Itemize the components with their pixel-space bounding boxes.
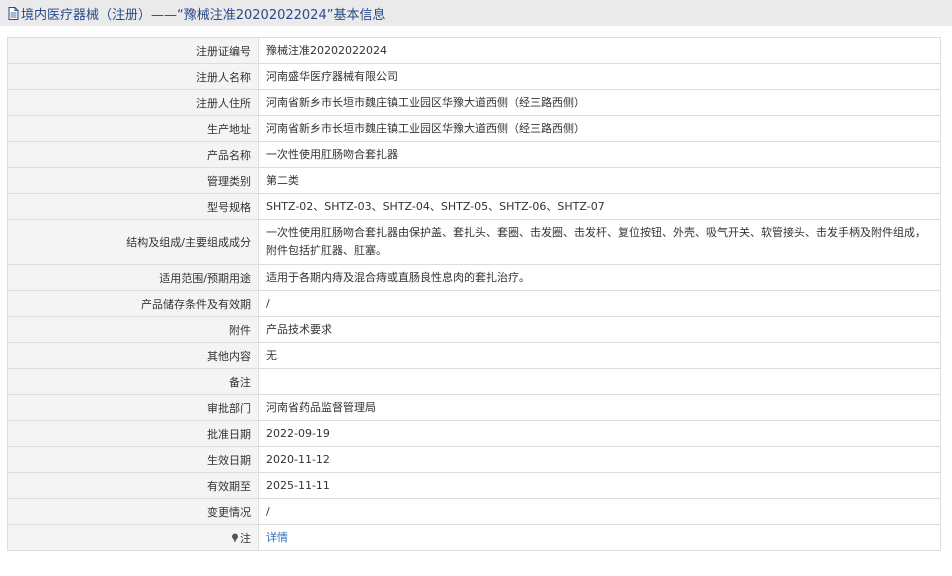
field-value: 2020-11-12 (258, 446, 941, 473)
field-value: 一次性使用肛肠吻合套扎器由保护盖、套扎头、套圈、击发圈、击发杆、复位按钮、外壳、… (258, 219, 941, 265)
field-value: 河南省新乡市长垣市魏庄镇工业园区华豫大道西侧（经三路西侧） (258, 89, 941, 116)
field-label: 附件 (7, 316, 259, 343)
field-label: 备注 (7, 368, 259, 395)
field-value: / (258, 498, 941, 525)
table-row: 注册人名称 河南盛华医疗器械有限公司 (7, 63, 941, 90)
field-value: 豫械注准20202022024 (258, 37, 941, 64)
field-label: 产品储存条件及有效期 (7, 290, 259, 317)
table-row: 有效期至 2025-11-11 (7, 472, 941, 499)
table-row: 产品名称 一次性使用肛肠吻合套扎器 (7, 141, 941, 168)
field-value: 河南省药品监督管理局 (258, 394, 941, 421)
table-row: 附件 产品技术要求 (7, 316, 941, 343)
field-value: 2022-09-19 (258, 420, 941, 447)
field-value: 河南省新乡市长垣市魏庄镇工业园区华豫大道西侧（经三路西侧） (258, 115, 941, 142)
field-label: 注册人名称 (7, 63, 259, 90)
field-value: SHTZ-02、SHTZ-03、SHTZ-04、SHTZ-05、SHTZ-06、… (258, 193, 941, 220)
field-value: 第二类 (258, 167, 941, 194)
table-row: 生效日期 2020-11-12 (7, 446, 941, 473)
field-value: 详情 (258, 524, 941, 551)
field-label: 注册人住所 (7, 89, 259, 116)
field-value: 一次性使用肛肠吻合套扎器 (258, 141, 941, 168)
field-label: 产品名称 (7, 141, 259, 168)
info-table: 注册证编号 豫械注准20202022024 注册人名称 河南盛华医疗器械有限公司 注册人… (7, 37, 941, 551)
info-table-container: 注册证编号 豫械注准20202022024 注册人名称 河南盛华医疗器械有限公司 注册人… (7, 37, 941, 551)
field-label: 管理类别 (7, 167, 259, 194)
field-value: 适用于各期内痔及混合痔或直肠良性息肉的套扎治疗。 (258, 264, 941, 291)
details-link[interactable]: 详情 (266, 531, 288, 544)
table-row: 产品储存条件及有效期 / (7, 290, 941, 317)
table-row: 型号规格 SHTZ-02、SHTZ-03、SHTZ-04、SHTZ-05、SHTZ… (7, 193, 941, 220)
table-row-note: 注 详情 (7, 524, 941, 551)
table-row: 管理类别 第二类 (7, 167, 941, 194)
table-row: 注册人住所 河南省新乡市长垣市魏庄镇工业园区华豫大道西侧（经三路西侧） (7, 89, 941, 116)
field-label: 审批部门 (7, 394, 259, 421)
field-label: 适用范围/预期用途 (7, 264, 259, 291)
field-label: 生产地址 (7, 115, 259, 142)
table-row: 备注 (7, 368, 941, 395)
field-value (258, 368, 941, 395)
field-label: 结构及组成/主要组成成分 (7, 219, 259, 265)
field-label: 注册证编号 (7, 37, 259, 64)
table-row: 批准日期 2022-09-19 (7, 420, 941, 447)
table-row: 注册证编号 豫械注准20202022024 (7, 37, 941, 64)
field-value: 2025-11-11 (258, 472, 941, 499)
field-label: 其他内容 (7, 342, 259, 369)
field-value: 产品技术要求 (258, 316, 941, 343)
pin-icon (231, 533, 239, 543)
field-value: 无 (258, 342, 941, 369)
field-label: 变更情况 (7, 498, 259, 525)
field-label: 有效期至 (7, 472, 259, 499)
field-label: 注 (7, 524, 259, 551)
table-row: 生产地址 河南省新乡市长垣市魏庄镇工业园区华豫大道西侧（经三路西侧） (7, 115, 941, 142)
field-value: 河南盛华医疗器械有限公司 (258, 63, 941, 90)
field-label: 生效日期 (7, 446, 259, 473)
table-row: 变更情况 / (7, 498, 941, 525)
document-icon (8, 6, 19, 20)
field-value: / (258, 290, 941, 317)
table-row: 结构及组成/主要组成成分 一次性使用肛肠吻合套扎器由保护盖、套扎头、套圈、击发圈、… (7, 219, 941, 265)
table-row: 审批部门 河南省药品监督管理局 (7, 394, 941, 421)
note-label: 注 (240, 531, 251, 545)
table-row: 适用范围/预期用途 适用于各期内痔及混合痔或直肠良性息肉的套扎治疗。 (7, 264, 941, 291)
page-header: 境内医疗器械（注册）——“豫械注准20202022024”基本信息 (0, 0, 952, 26)
page-title: 境内医疗器械（注册）——“豫械注准20202022024”基本信息 (21, 7, 386, 23)
table-row: 其他内容无 (7, 342, 941, 369)
field-label: 批准日期 (7, 420, 259, 447)
field-label: 型号规格 (7, 193, 259, 220)
